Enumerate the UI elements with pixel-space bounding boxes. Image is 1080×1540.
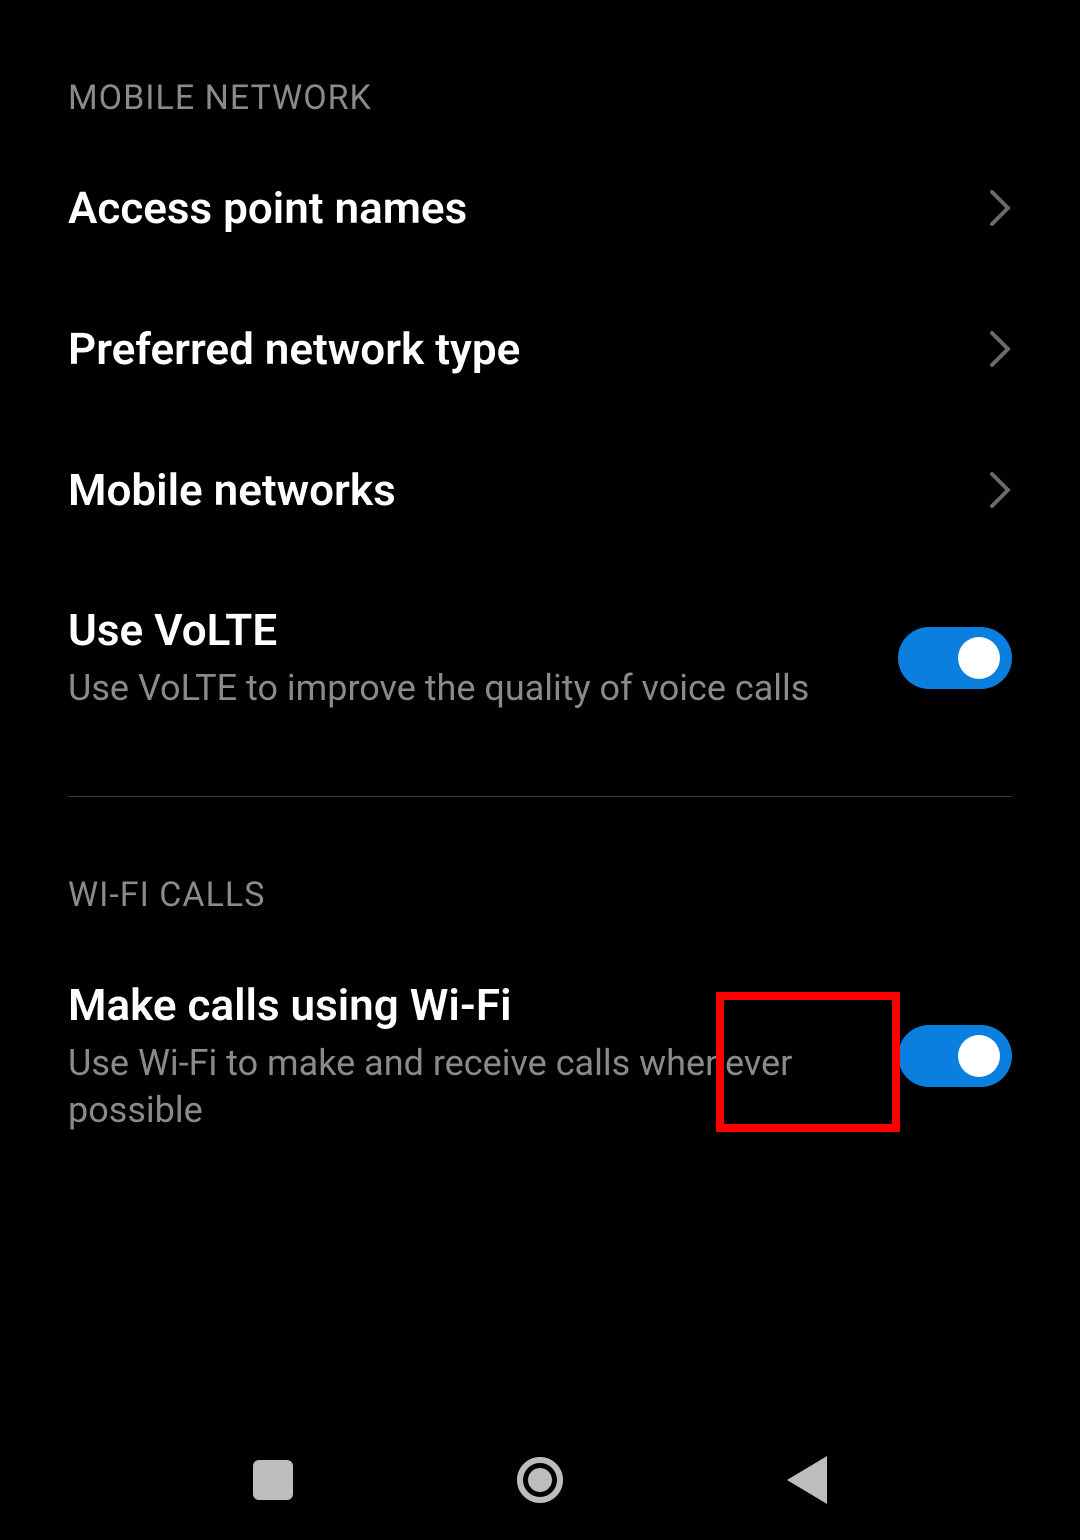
setting-mobile-networks[interactable]: Mobile networks: [68, 420, 1012, 561]
setting-access-point-names[interactable]: Access point names: [68, 138, 1012, 279]
setting-title: Make calls using Wi-Fi: [68, 979, 878, 1032]
setting-preferred-network-type[interactable]: Preferred network type: [68, 279, 1012, 420]
setting-use-volte[interactable]: Use VoLTE Use VoLTE to improve the quali…: [68, 560, 1012, 756]
home-button[interactable]: [500, 1440, 580, 1520]
navigation-bar: [0, 1420, 1080, 1540]
recent-apps-button[interactable]: [233, 1440, 313, 1520]
setting-subtitle: Use Wi-Fi to make and receive calls when…: [68, 1040, 878, 1134]
section-header-mobile-network: MOBILE NETWORK: [68, 0, 1012, 138]
toggle-knob: [958, 637, 1000, 679]
chevron-right-icon: [988, 188, 1012, 228]
setting-title: Preferred network type: [68, 323, 968, 376]
setting-subtitle: Use VoLTE to improve the quality of voic…: [68, 665, 878, 712]
setting-title: Mobile networks: [68, 464, 968, 517]
setting-title: Use VoLTE: [68, 604, 878, 657]
toggle-knob: [958, 1035, 1000, 1077]
back-button[interactable]: [767, 1440, 847, 1520]
circle-icon: [517, 1457, 563, 1503]
volte-toggle[interactable]: [898, 627, 1012, 689]
square-icon: [253, 1460, 293, 1500]
chevron-right-icon: [988, 329, 1012, 369]
triangle-left-icon: [787, 1456, 827, 1504]
section-header-wifi-calls: WI-FI CALLS: [68, 797, 1012, 935]
wifi-calling-toggle[interactable]: [898, 1025, 1012, 1087]
setting-make-calls-using-wifi[interactable]: Make calls using Wi-Fi Use Wi-Fi to make…: [68, 935, 1012, 1177]
setting-title: Access point names: [68, 182, 968, 235]
chevron-right-icon: [988, 470, 1012, 510]
